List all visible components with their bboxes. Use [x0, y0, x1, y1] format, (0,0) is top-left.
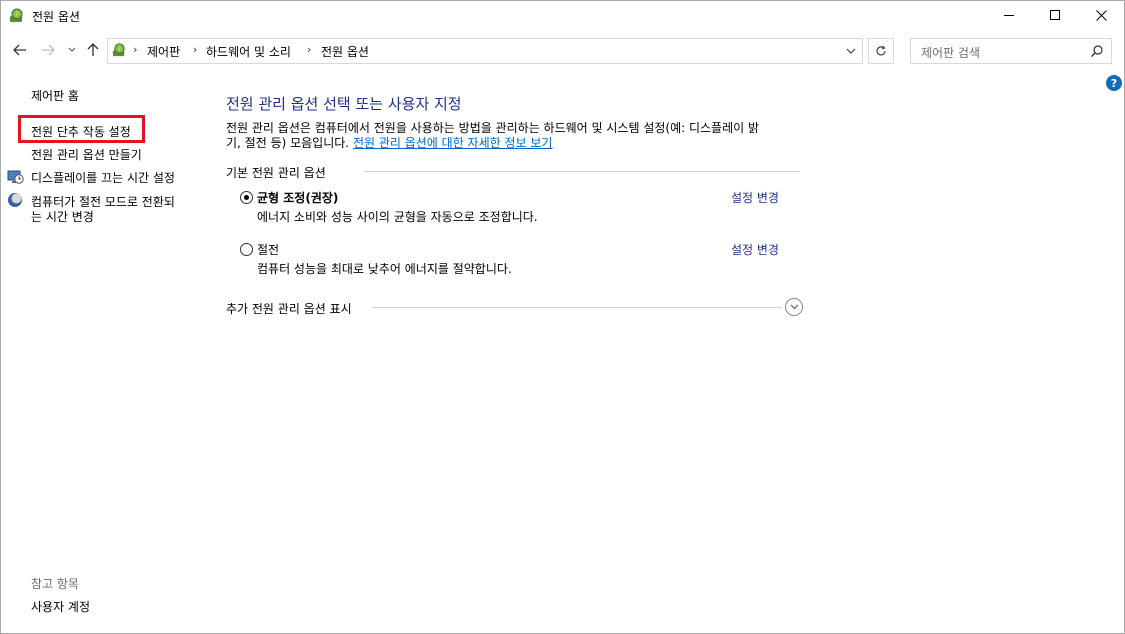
sleep-moon-icon	[8, 193, 22, 207]
address-dropdown-button[interactable]	[838, 38, 863, 64]
page-description: 전원 관리 옵션은 컴퓨터에서 전원을 사용하는 방법을 관리하는 하드웨어 및…	[226, 121, 760, 150]
breadcrumb-hardware-sound[interactable]: 하드웨어 및 소리	[206, 43, 291, 60]
sidebar-create-power-plan[interactable]: 전원 관리 옵션 만들기	[31, 146, 142, 163]
plan-balanced-name[interactable]: 균형 조정(권장)	[257, 189, 338, 206]
maximize-button[interactable]	[1032, 0, 1078, 31]
forward-button[interactable]	[38, 38, 58, 62]
show-additional-plans-label[interactable]: 추가 전원 관리 옵션 표시	[226, 300, 352, 317]
breadcrumb-separator-icon: ›	[193, 43, 198, 56]
chevron-down-icon	[68, 47, 76, 52]
minimize-icon	[1003, 15, 1014, 16]
plan-power-saver-description: 컴퓨터 성능을 최대로 낮추어 에너지를 절약합니다.	[257, 262, 512, 276]
search-placeholder: 제어판 검색	[921, 46, 981, 60]
preferred-plans-label: 기본 전원 관리 옵션	[226, 166, 326, 180]
up-button[interactable]	[84, 38, 102, 62]
sidebar-control-panel-home[interactable]: 제어판 홈	[31, 87, 79, 104]
group-divider	[364, 171, 800, 172]
sidebar-user-accounts[interactable]: 사용자 계정	[31, 598, 90, 615]
sidebar-display-off-time[interactable]: 디스플레이를 끄는 시간 설정	[31, 169, 175, 186]
power-options-icon	[112, 43, 125, 57]
plan-power-saver-radio[interactable]	[240, 243, 253, 256]
arrow-right-icon	[42, 44, 55, 56]
minimize-button[interactable]	[986, 0, 1032, 31]
recent-locations-button[interactable]	[64, 38, 80, 62]
plan-balanced-radio[interactable]	[240, 191, 253, 204]
chevron-down-icon	[790, 304, 798, 310]
maximize-icon	[1049, 10, 1060, 20]
search-icon	[1091, 45, 1103, 57]
breadcrumb-separator-icon: ›	[133, 43, 138, 56]
search-box[interactable]: 제어판 검색	[910, 38, 1112, 64]
see-also-heading: 참고 항목	[31, 577, 79, 591]
breadcrumb-power-options[interactable]: 전원 옵션	[321, 43, 369, 60]
plan-power-saver-change-settings-link[interactable]: 설정 변경	[731, 241, 779, 258]
plan-power-saver-name[interactable]: 절전	[257, 241, 279, 258]
expand-additional-plans-button[interactable]	[785, 298, 803, 316]
refresh-icon	[876, 45, 886, 56]
help-button[interactable]: ?	[1106, 75, 1122, 91]
arrow-up-icon	[87, 43, 99, 56]
more-info-link[interactable]: 전원 관리 옵션에 대한 자세한 정보 보기	[353, 136, 553, 150]
close-button[interactable]	[1078, 0, 1124, 31]
arrow-left-icon	[13, 44, 26, 56]
chevron-down-icon	[846, 48, 855, 54]
page-title: 전원 관리 옵션 선택 또는 사용자 지정	[226, 95, 462, 113]
display-clock-icon	[7, 170, 24, 184]
breadcrumb-separator-icon: ›	[307, 43, 312, 56]
breadcrumb-control-panel[interactable]: 제어판	[147, 43, 180, 60]
sidebar-power-button-settings[interactable]: 전원 단추 작동 설정	[31, 123, 131, 140]
power-options-icon	[10, 8, 23, 22]
window-title: 전원 옵션	[32, 10, 80, 24]
title-bar: 전원 옵션	[0, 0, 1125, 31]
plan-balanced-change-settings-link[interactable]: 설정 변경	[731, 189, 779, 206]
window-frame	[0, 0, 1125, 634]
sidebar-sleep-time-line2[interactable]: 는 시간 변경	[31, 208, 94, 225]
close-icon	[1095, 10, 1107, 21]
refresh-button[interactable]	[868, 38, 894, 64]
more-divider	[372, 307, 782, 308]
back-button[interactable]	[10, 38, 30, 62]
plan-balanced-description: 에너지 소비와 성능 사이의 균형을 자동으로 조정합니다.	[257, 210, 538, 224]
